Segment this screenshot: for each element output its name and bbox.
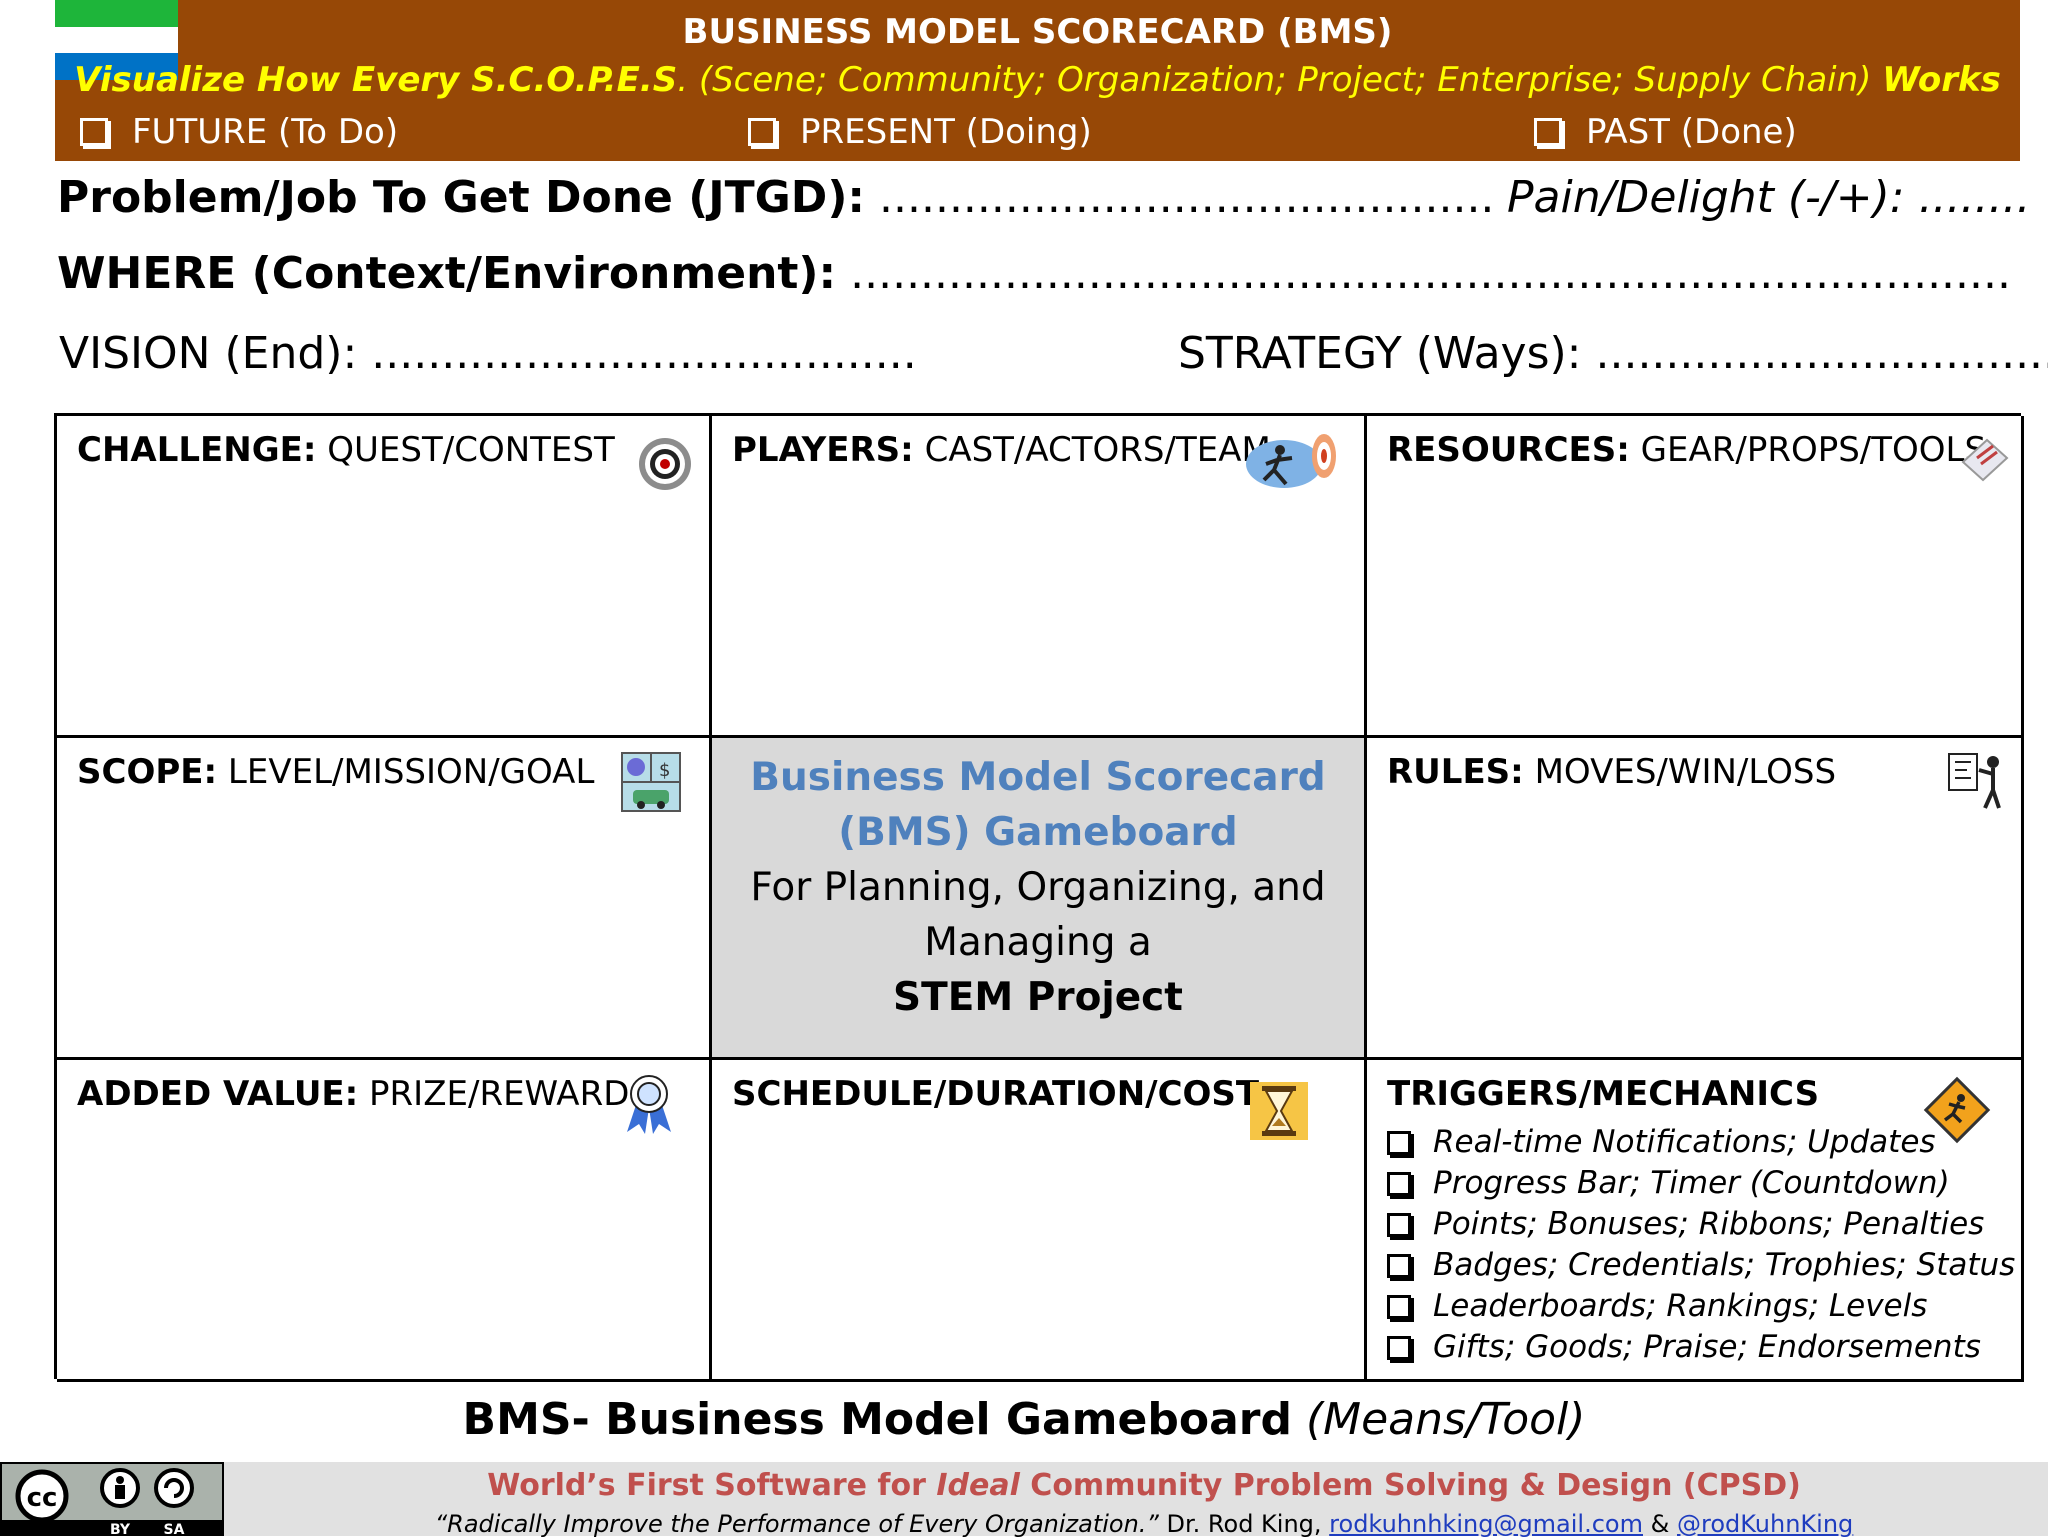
presenter-chart-icon <box>1948 753 2001 809</box>
checkbox-past[interactable]: PAST (Done) <box>1534 112 1797 152</box>
list-item[interactable]: Progress Bar; Timer (Countdown) <box>1387 1163 2021 1204</box>
checkbox-icon <box>1387 1212 1411 1237</box>
where-dots: ........................................… <box>836 248 2011 299</box>
center-line5: STEM Project <box>893 975 1183 1020</box>
problem-field[interactable]: Problem/Job To Get Done (JTGD): ........… <box>57 172 1494 223</box>
cell-players[interactable]: PLAYERS: CAST/ACTORS/TEAM <box>712 416 1367 738</box>
checkbox-present[interactable]: PRESENT (Doing) <box>748 112 1092 152</box>
cell-resources[interactable]: RESOURCES: GEAR/PROPS/TOOLS <box>1367 416 2024 738</box>
footer-title: World’s First Software for Ideal Communi… <box>487 1468 1801 1503</box>
cell-schedule[interactable]: SCHEDULE/DURATION/COST <box>712 1060 1367 1382</box>
svg-text:cc: cc <box>27 1483 58 1513</box>
hourglass-icon <box>1250 1082 1308 1140</box>
checkbox-label: FUTURE (To Do) <box>132 112 399 152</box>
checkbox-icon <box>1387 1171 1411 1196</box>
where-label: WHERE (Context/Environment): <box>57 248 837 299</box>
cell-center-title: Business Model Scorecard (BMS) Gameboard… <box>712 738 1367 1060</box>
cell-subheading: MOVES/WIN/LOSS <box>1523 752 1837 792</box>
cell-heading: RESOURCES: <box>1387 430 1630 470</box>
bottom-caption: BMS- Business Model Gameboard (Means/Too… <box>462 1394 1586 1445</box>
header-subtitle: Visualize How Every S.C.O.P.E.S. (Scene;… <box>74 60 2001 100</box>
center-title-line2: (BMS) Gameboard <box>838 810 1238 855</box>
cell-subheading: QUEST/CONTEST <box>316 430 615 470</box>
list-item[interactable]: Gifts; Goods; Praise; Endorsements <box>1387 1327 2021 1368</box>
cell-heading: PLAYERS: <box>732 430 914 470</box>
center-title-line1: Business Model Scorecard <box>750 755 1326 800</box>
cell-subheading: LEVEL/MISSION/GOAL <box>217 752 595 792</box>
cell-triggers[interactable]: TRIGGERS/MECHANICS Real-time Notificatio… <box>1367 1060 2024 1382</box>
cell-scope[interactable]: SCOPE: LEVEL/MISSION/GOAL $ <box>57 738 712 1060</box>
cell-subheading: CAST/ACTORS/TEAM <box>913 430 1271 470</box>
checkbox-icon <box>748 118 776 146</box>
footer-quote: “Radically Improve the Performance of Ev… <box>434 1510 1854 1538</box>
strategy-field[interactable]: STRATEGY (Ways): .......................… <box>1178 328 2048 379</box>
list-item[interactable]: Badges; Credentials; Trophies; Status <box>1387 1245 2021 1286</box>
cell-heading: SCHEDULE/DURATION/COST <box>732 1074 1260 1114</box>
ribbon-icon <box>627 1075 671 1134</box>
checkbox-label: PAST (Done) <box>1586 112 1797 152</box>
email-link[interactable]: rodkuhnhking@gmail.com <box>1329 1510 1643 1538</box>
author-text: Dr. Rod King, <box>1158 1510 1330 1538</box>
checkbox-future[interactable]: FUTURE (To Do) <box>80 112 398 152</box>
warning-runner-icon <box>1923 1076 1991 1144</box>
problem-dots: ........................................… <box>865 172 1495 223</box>
svg-text:$: $ <box>659 760 670 781</box>
list-item[interactable]: Points; Bonuses; Ribbons; Penalties <box>1387 1204 2021 1245</box>
where-field[interactable]: WHERE (Context/Environment): ...........… <box>57 248 2011 299</box>
cell-subheading: PRIZE/REWARD <box>358 1074 630 1114</box>
twitter-link[interactable]: @rodKuhnKing <box>1677 1510 1853 1538</box>
gameboard-grid: CHALLENGE: QUEST/CONTEST PLAYERS: CAST/A… <box>54 413 2024 1382</box>
checkbox-icon <box>1534 118 1562 146</box>
cc-license-badge[interactable]: cc BY SA <box>0 1462 224 1538</box>
triggers-list: Real-time Notifications; Updates Progres… <box>1387 1122 2021 1368</box>
cell-challenge[interactable]: CHALLENGE: QUEST/CONTEST <box>57 416 712 738</box>
cell-heading: RULES: <box>1387 752 1524 792</box>
problem-label: Problem/Job To Get Done (JTGD): <box>57 172 866 223</box>
quote-text: “Radically Improve the Performance of Ev… <box>434 1510 1159 1538</box>
mission-icon: $ <box>621 752 681 812</box>
tools-icon <box>1961 438 2009 482</box>
checkbox-icon <box>1387 1335 1411 1360</box>
runner-target-icon <box>1246 434 1336 488</box>
cell-rules[interactable]: RULES: MOVES/WIN/LOSS <box>1367 738 2024 1060</box>
header-title: BUSINESS MODEL SCORECARD (BMS) <box>682 12 1393 52</box>
checkbox-icon <box>1387 1294 1411 1319</box>
center-line4: Managing a <box>924 920 1152 965</box>
svg-text:BY: BY <box>110 1522 131 1536</box>
pain-delight-field[interactable]: Pain/Delight (-/+): ........ <box>1507 172 2031 223</box>
cell-added-value[interactable]: ADDED VALUE: PRIZE/REWARD <box>57 1060 712 1382</box>
center-line3: For Planning, Organizing, and <box>750 865 1326 910</box>
checkbox-icon <box>1387 1253 1411 1278</box>
svg-text:SA: SA <box>164 1522 185 1536</box>
list-item[interactable]: Leaderboards; Rankings; Levels <box>1387 1286 2021 1327</box>
vision-field[interactable]: VISION (End): ..........................… <box>59 328 917 379</box>
cc-license-icon: cc BY SA <box>2 1468 222 1538</box>
cell-heading: SCOPE: <box>77 752 218 792</box>
checkbox-icon <box>1387 1130 1411 1155</box>
checkbox-icon <box>80 118 108 146</box>
cell-heading: ADDED VALUE: <box>77 1074 359 1114</box>
target-icon <box>639 438 691 490</box>
cell-heading: TRIGGERS/MECHANICS <box>1387 1074 1820 1114</box>
cell-subheading: GEAR/PROPS/TOOLS <box>1629 430 1987 470</box>
cell-heading: CHALLENGE: <box>77 430 317 470</box>
checkbox-label: PRESENT (Doing) <box>800 112 1092 152</box>
